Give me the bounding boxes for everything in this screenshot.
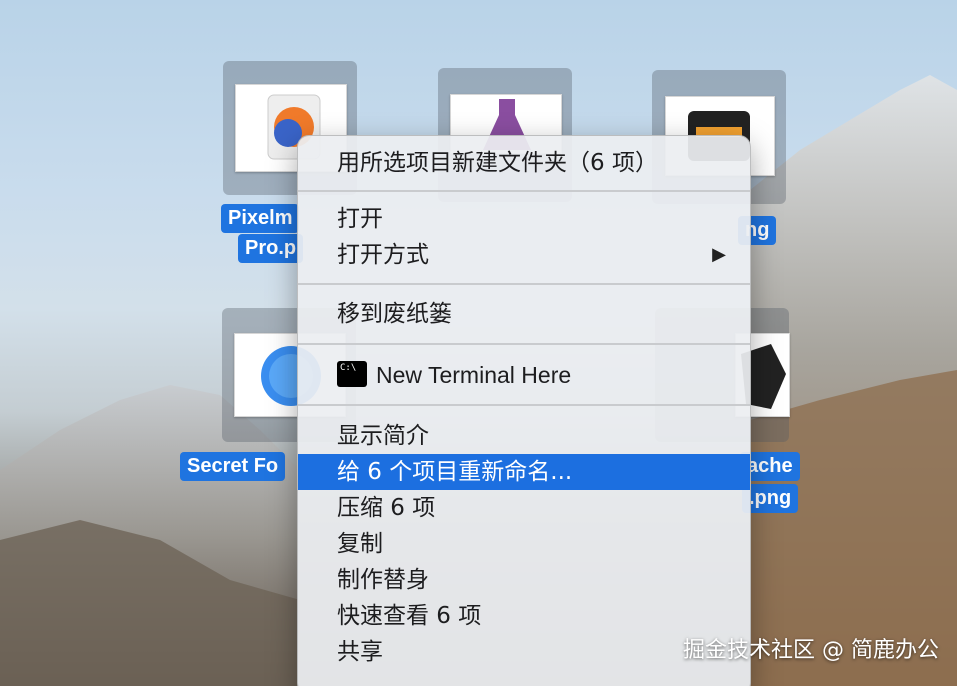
- menu-item-quick-look[interactable]: 快速查看 6 项: [298, 598, 750, 634]
- menu-item-rename[interactable]: 给 6 个项目重新命名...: [298, 454, 750, 490]
- menu-item-new-folder-with-selection[interactable]: 用所选项目新建文件夹（6 项）: [298, 145, 750, 181]
- watermark: 掘金技术社区 @ 简鹿办公: [683, 638, 939, 663]
- menu-item-get-info[interactable]: 显示简介: [298, 418, 750, 454]
- menu-item-move-to-trash[interactable]: 移到废纸篓: [298, 296, 750, 332]
- menu-item-label: New Terminal Here: [376, 362, 572, 388]
- file-label[interactable]: Secret Fo: [180, 452, 286, 481]
- menu-separator: [298, 283, 750, 285]
- menu-item-label: 打开方式: [337, 242, 429, 268]
- submenu-arrow-icon: ▶: [712, 244, 726, 265]
- file-label[interactable]: Pro.p: [238, 234, 304, 263]
- menu-item-new-terminal-here[interactable]: C:\ New Terminal Here: [298, 357, 750, 393]
- menu-item-duplicate[interactable]: 复制: [298, 526, 750, 562]
- menu-item-open[interactable]: 打开: [298, 201, 750, 237]
- menu-separator: [298, 404, 750, 406]
- context-menu: 用所选项目新建文件夹（6 项） 打开 打开方式 ▶ 移到废纸篓 C:\ New T…: [297, 135, 751, 686]
- file-label[interactable]: Pixelm: [221, 204, 300, 233]
- menu-separator: [298, 190, 750, 192]
- menu-item-compress[interactable]: 压缩 6 项: [298, 490, 750, 526]
- terminal-icon: C:\: [337, 360, 367, 387]
- menu-separator: [298, 343, 750, 345]
- menu-item-make-alias[interactable]: 制作替身: [298, 562, 750, 598]
- menu-item-open-with[interactable]: 打开方式 ▶: [298, 237, 750, 273]
